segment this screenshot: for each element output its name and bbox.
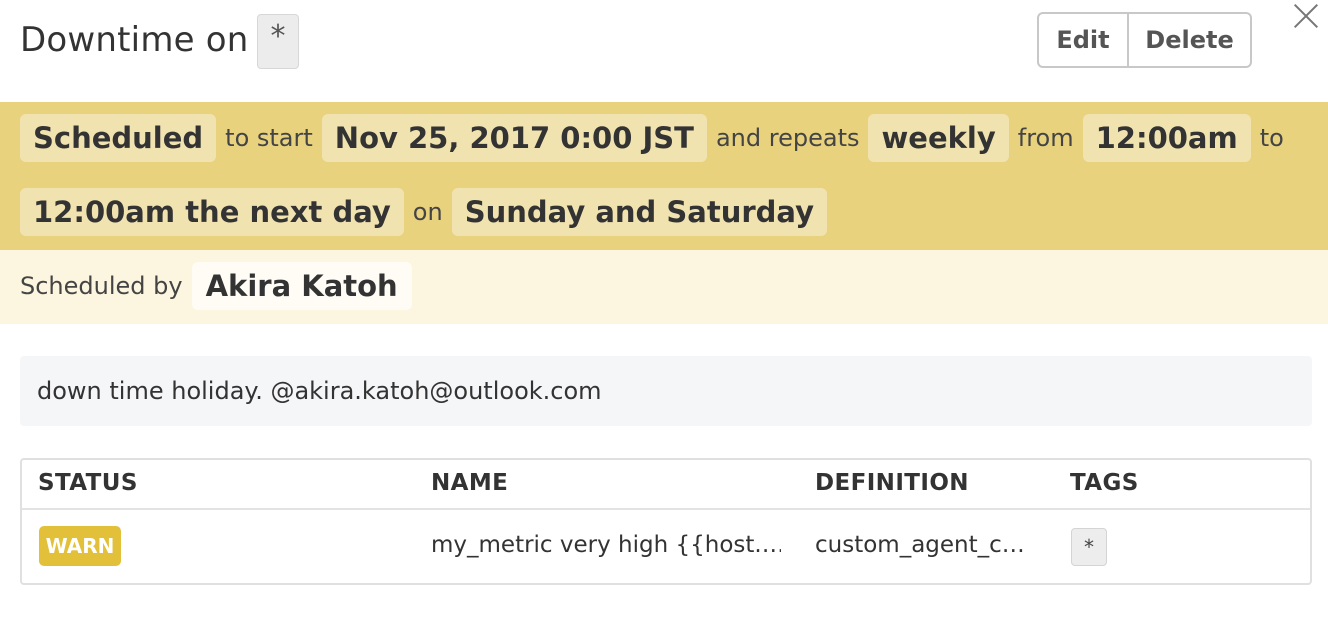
frequency-chip: weekly xyxy=(868,114,1009,162)
to-start-text: to start xyxy=(225,124,313,152)
on-text: on xyxy=(412,198,443,226)
header-definition: DEFINITION xyxy=(815,470,969,496)
monitors-table: STATUS NAME DEFINITION TAGS WARN my_metr… xyxy=(20,458,1312,585)
monitor-name-link[interactable]: my_metric very high {{host.… xyxy=(431,532,781,558)
repeats-text: and repeats xyxy=(715,124,860,152)
from-time-chip: 12:00am xyxy=(1082,114,1251,162)
downtime-message: down time holiday. @akira.katoh@outlook.… xyxy=(20,356,1312,426)
scope-chip: * xyxy=(257,14,299,69)
header-status: STATUS xyxy=(38,470,138,496)
scheduled-by-bar: Scheduled by Akira Katoh xyxy=(0,250,1328,324)
table-row[interactable]: WARN my_metric very high {{host.… custom… xyxy=(22,510,1310,584)
to-text: to xyxy=(1259,124,1284,152)
action-button-group: Edit Delete xyxy=(1037,12,1252,68)
scheduled-by-row: Scheduled by Akira Katoh xyxy=(20,262,412,310)
close-icon[interactable] xyxy=(1292,2,1320,30)
schedule-banner: Scheduled to start Nov 25, 2017 0:00 JST… xyxy=(0,102,1328,250)
edit-button[interactable]: Edit xyxy=(1037,12,1129,68)
page-title: Downtime on xyxy=(20,20,249,60)
from-text: from xyxy=(1017,124,1074,152)
to-time-chip: 12:00am the next day xyxy=(20,188,404,236)
header-tags: TAGS xyxy=(1070,470,1139,496)
modal-header: Downtime on * Edit Delete xyxy=(0,0,1328,102)
start-time-chip: Nov 25, 2017 0:00 JST xyxy=(321,114,707,162)
days-chip: Sunday and Saturday xyxy=(451,188,827,236)
monitor-definition: custom_agent_c… xyxy=(815,532,1025,558)
status-chip: Scheduled xyxy=(20,114,217,162)
schedule-line-1: Scheduled to start Nov 25, 2017 0:00 JST… xyxy=(20,114,1293,162)
table-header: STATUS NAME DEFINITION TAGS xyxy=(22,460,1310,510)
delete-button[interactable]: Delete xyxy=(1129,12,1252,68)
scheduled-by-label: Scheduled by xyxy=(20,272,183,300)
scheduler-user-chip: Akira Katoh xyxy=(191,262,412,310)
schedule-line-2: 12:00am the next day on Sunday and Satur… xyxy=(20,188,827,236)
status-badge: WARN xyxy=(39,526,121,566)
header-name: NAME xyxy=(431,470,509,496)
tag-chip[interactable]: * xyxy=(1071,528,1107,566)
